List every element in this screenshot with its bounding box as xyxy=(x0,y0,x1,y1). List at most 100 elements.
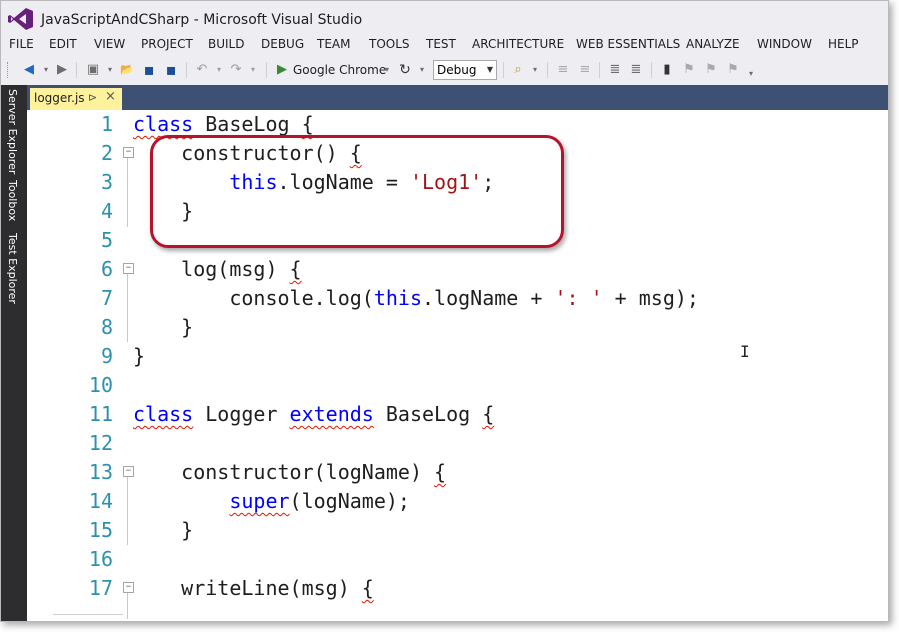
line-number: 5 xyxy=(100,228,113,252)
toolbar-gripper[interactable] xyxy=(7,62,12,78)
menu-project[interactable]: PROJECT xyxy=(141,37,193,51)
menu-edit[interactable]: EDIT xyxy=(49,37,77,51)
new-project-icon[interactable]: ▣ xyxy=(85,61,101,79)
redo-icon[interactable]: ↷ xyxy=(228,61,244,79)
toggle-bookmark-icon[interactable]: ▮ xyxy=(659,61,675,79)
code-line: 7 console.log(this.logName + ': ' + msg)… xyxy=(27,284,888,313)
comment-lines-icon[interactable]: ≣ xyxy=(607,61,623,79)
standard-toolbar: ◀ ▾ ▶ ▣ ▾ 📂 ▪ ▪ ↶ ▾ ↷ ▾ ▶ Google Chrome … xyxy=(1,56,888,84)
zoom-level-box[interactable] xyxy=(53,614,123,621)
constructor-highlight-annotation xyxy=(150,135,564,248)
menu-window[interactable]: WINDOW xyxy=(757,37,812,51)
save-icon[interactable]: ▪ xyxy=(141,61,157,79)
chevron-down-icon: ▼ xyxy=(486,65,493,74)
redo-dropdown-icon[interactable]: ▾ xyxy=(245,61,261,79)
menu-debug[interactable]: DEBUG xyxy=(261,37,304,51)
side-tool-tabs: Server Explorer Toolbox Test Explorer xyxy=(1,85,27,621)
code-text: } xyxy=(133,315,194,339)
menu-help[interactable]: HELP xyxy=(828,37,859,51)
line-number: 11 xyxy=(88,402,113,426)
line-number: 3 xyxy=(100,170,113,194)
navigate-forward-icon[interactable]: ▶ xyxy=(54,61,70,79)
code-line: 12 xyxy=(27,429,888,458)
code-text: super(logName); xyxy=(229,489,410,513)
line-number: 10 xyxy=(88,373,113,397)
menu-bar: FILE EDIT VIEW PROJECT BUILD DEBUG TEAM … xyxy=(1,35,888,55)
find-in-files-icon[interactable]: ⌕ xyxy=(510,61,526,79)
uncomment-lines-icon[interactable]: ≣ xyxy=(628,61,644,79)
line-number: 13 xyxy=(88,460,113,484)
menu-build[interactable]: BUILD xyxy=(208,37,244,51)
code-text: class Logger extends BaseLog { xyxy=(133,402,495,426)
menu-team[interactable]: TEAM xyxy=(317,37,350,51)
menu-architecture[interactable]: ARCHITECTURE xyxy=(472,37,564,51)
clear-bookmarks-icon[interactable]: ⚑ xyxy=(725,61,741,79)
line-number: 7 xyxy=(100,286,113,310)
undo-icon[interactable]: ↶ xyxy=(194,61,210,79)
navigate-back-icon[interactable]: ◀ xyxy=(21,61,37,79)
decrease-indent-icon[interactable]: ≡ xyxy=(577,61,593,79)
line-number: 17 xyxy=(88,576,113,600)
solution-configuration-select[interactable]: Debug ▼ xyxy=(433,60,497,80)
pin-icon[interactable]: ⊳ xyxy=(88,91,97,104)
browser-target-label[interactable]: Google Chrome xyxy=(293,61,386,79)
test-explorer-tab[interactable]: Test Explorer xyxy=(6,233,19,304)
code-text: writeLine(msg) { xyxy=(133,576,374,600)
code-line: 6 − log(msg) { xyxy=(27,255,888,284)
code-line: 14 super(logName); xyxy=(27,487,888,516)
window-title: JavaScriptAndCSharp - Microsoft Visual S… xyxy=(41,12,363,28)
refresh-dropdown-icon[interactable]: ▾ xyxy=(414,61,430,79)
text-cursor-icon: Ι xyxy=(740,342,750,361)
line-number: 15 xyxy=(88,518,113,542)
document-tab-logger[interactable]: logger.js ⊳ × xyxy=(30,88,122,110)
menu-tools[interactable]: TOOLS xyxy=(369,37,410,51)
next-bookmark-icon[interactable]: ⚑ xyxy=(703,61,719,79)
code-line: 13 − constructor(logName) { xyxy=(27,458,888,487)
code-line: 9 } xyxy=(27,342,888,371)
line-number: 2 xyxy=(100,141,113,165)
document-tab-label: logger.js xyxy=(34,91,85,105)
line-number: 16 xyxy=(88,547,113,571)
find-dropdown-icon[interactable]: ▾ xyxy=(527,61,543,79)
increase-indent-icon[interactable]: ≡ xyxy=(555,61,571,79)
menu-file[interactable]: FILE xyxy=(9,37,34,51)
browser-dropdown-icon[interactable]: ▾ xyxy=(379,61,395,79)
toolbox-tab[interactable]: Toolbox xyxy=(6,180,19,221)
line-number: 9 xyxy=(100,344,113,368)
document-tab-strip: logger.js ⊳ × xyxy=(27,85,888,110)
code-line: 16 xyxy=(27,545,888,574)
line-number: 14 xyxy=(88,489,113,513)
undo-dropdown-icon[interactable]: ▾ xyxy=(211,61,227,79)
line-number: 1 xyxy=(100,112,113,136)
configuration-value: Debug xyxy=(437,63,477,77)
open-file-icon[interactable]: 📂 xyxy=(119,61,135,79)
browser-refresh-icon[interactable]: ↻ xyxy=(397,61,413,79)
code-line: 8 } xyxy=(27,313,888,342)
toolbar-overflow-icon[interactable]: ▾ xyxy=(743,65,759,83)
new-dropdown-icon[interactable]: ▾ xyxy=(102,61,118,79)
line-number: 4 xyxy=(100,199,113,223)
menu-view[interactable]: VIEW xyxy=(94,37,125,51)
line-number: 6 xyxy=(100,257,113,281)
code-text: constructor(logName) { xyxy=(133,460,447,484)
line-number: 12 xyxy=(88,431,113,455)
line-number: 8 xyxy=(100,315,113,339)
code-text: } xyxy=(133,518,194,542)
menu-analyze[interactable]: ANALYZE xyxy=(686,37,740,51)
code-line: 15 } xyxy=(27,516,888,545)
menu-test[interactable]: TEST xyxy=(426,37,456,51)
menu-web-essentials[interactable]: WEB ESSENTIALS xyxy=(576,37,680,51)
title-bar: JavaScriptAndCSharp - Microsoft Visual S… xyxy=(1,1,888,35)
save-all-icon[interactable]: ▪ xyxy=(163,61,179,79)
code-line: 17 − writeLine(msg) { xyxy=(27,574,888,603)
server-explorer-tab[interactable]: Server Explorer xyxy=(6,89,19,174)
previous-bookmark-icon[interactable]: ⚑ xyxy=(681,61,697,79)
code-text: console.log(this.logName + ': ' + msg); xyxy=(133,286,699,310)
vs-window: JavaScriptAndCSharp - Microsoft Visual S… xyxy=(0,0,889,622)
start-debugging-icon[interactable]: ▶ xyxy=(274,61,290,79)
visual-studio-logo-icon xyxy=(8,8,33,30)
code-line: 11 class Logger extends BaseLog { xyxy=(27,400,888,429)
back-dropdown-icon[interactable]: ▾ xyxy=(38,61,54,79)
close-icon[interactable]: × xyxy=(105,89,116,104)
code-line: 10 xyxy=(27,371,888,400)
